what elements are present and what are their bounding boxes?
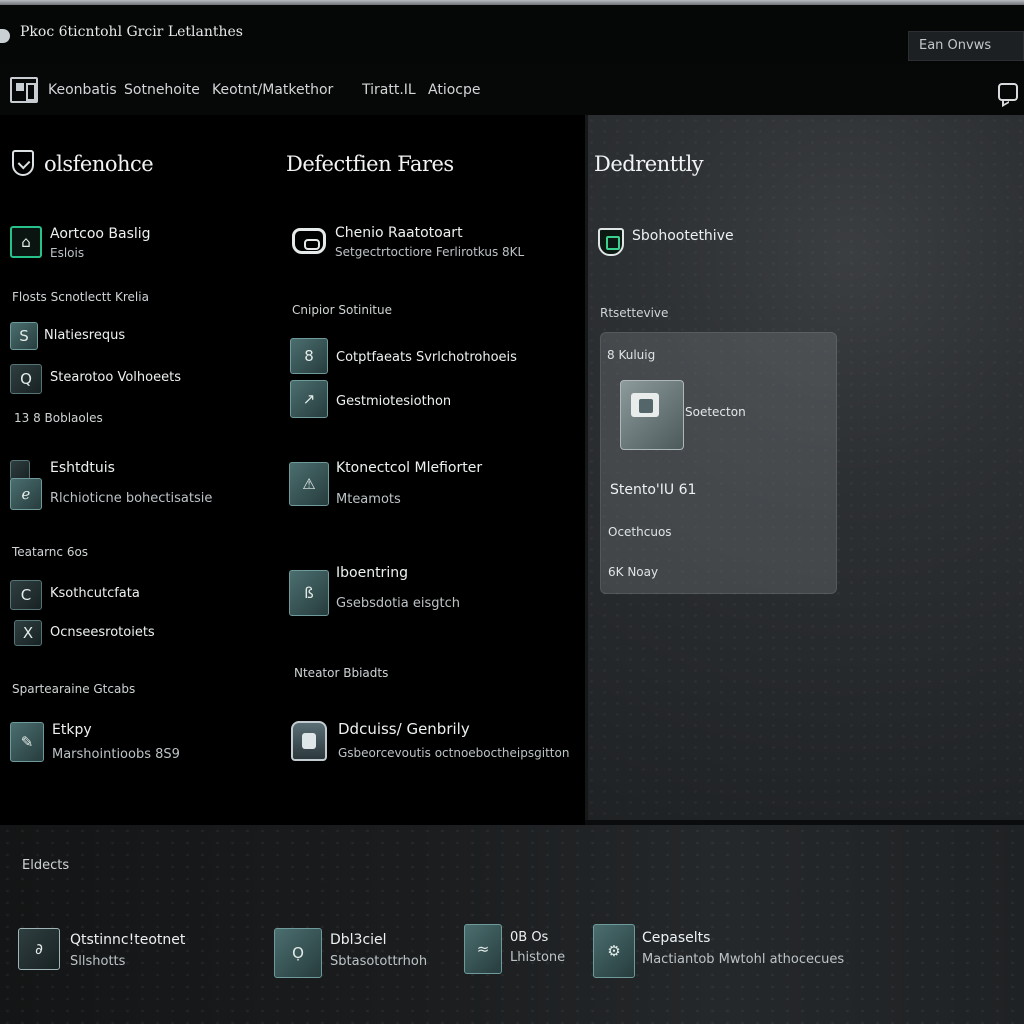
list-item-icon: ↗: [290, 380, 328, 418]
left-item-3[interactable]: Ksothcutcfata: [50, 586, 140, 601]
search-tile-icon: Ọ: [274, 928, 322, 978]
left-item-2[interactable]: Stearotoo Volhoeets: [50, 370, 181, 385]
center-group2-title[interactable]: Ktonectcol Mlefiorter: [336, 460, 482, 476]
account-button[interactable]: Ean Onvws: [908, 31, 1024, 61]
menu-bar: Keonbatis Sotnehoite Keotnt/Matkethor Ti…: [0, 65, 1024, 115]
center-featured-title[interactable]: Chenio Raatotoart: [335, 225, 463, 241]
list-item-icon: X: [14, 620, 42, 646]
card-row-4[interactable]: 6K Noay: [608, 565, 658, 579]
left-heading: olsfenohce: [44, 152, 154, 176]
menu-item-3[interactable]: Keotnt/Matkethor: [212, 82, 333, 98]
bottom-item-4-title[interactable]: Cepaselts: [642, 930, 710, 946]
card-tile-label: Soetecton: [685, 405, 746, 419]
center-group2-sub: Mteamots: [336, 492, 401, 507]
left-item-1[interactable]: Nlatiesrequs: [44, 328, 125, 343]
list-item-icon: C: [10, 580, 42, 610]
shield-icon: [12, 150, 34, 176]
bottom-item-4-sub: Mactiantob Mwtohl athocecues: [642, 952, 845, 967]
bottom-item-3-sub: Lhistone: [510, 950, 566, 965]
stats-icon: [10, 460, 30, 480]
center-last-title[interactable]: Ddcuiss/ Genbrily: [338, 720, 470, 738]
left-featured-sub: Eslois: [50, 246, 85, 260]
chart-tile-icon: ≈: [464, 924, 502, 974]
center-heading: Defectfien Fares: [286, 152, 454, 176]
bell-tile-icon: ⚠: [289, 462, 329, 506]
bottom-label: Eldects: [22, 858, 70, 873]
detail-card: [600, 332, 837, 594]
bottom-panel: [0, 825, 1024, 1024]
center-item-1[interactable]: Cotptfaeats Svrlchotrohoeis: [336, 350, 517, 365]
right-featured-title[interactable]: Sbohootethive: [632, 228, 734, 244]
center-featured-sub: Setgectrtoctiore Ferlirotkus 8KL: [335, 245, 525, 259]
bottom-item-1-sub: Sllshotts: [70, 954, 126, 969]
card-row-3[interactable]: Ocethcuos: [608, 525, 672, 539]
left-featured-title[interactable]: Aortcoo Baslig: [50, 226, 151, 242]
left-section1b-label: 13 8 Boblaoles: [14, 411, 103, 425]
menu-item-1[interactable]: Keonbatis: [48, 82, 117, 98]
left-last-title[interactable]: Etkpy: [52, 722, 92, 738]
left-section2-label: Teatarnc 6os: [12, 545, 89, 559]
protection-shield-icon: [598, 228, 624, 256]
card-row-1[interactable]: 8 Kuluig: [607, 348, 655, 362]
title-bar: Pkoc 6ticntohl Grcir Letlanthes Ean Onvw…: [0, 5, 1024, 65]
left-section3-label: Spartearaine Gtcabs: [12, 682, 136, 696]
chat-icon[interactable]: [998, 83, 1018, 101]
left-stats-title[interactable]: Eshtdtuis: [50, 460, 115, 476]
menu-item-4[interactable]: Tiratt.IL: [362, 82, 416, 98]
security-tile-icon[interactable]: ⌂: [10, 226, 42, 258]
right-section-label: Rtsettevive: [600, 306, 669, 320]
left-stats-sub: Rlchioticne bohectisatsie: [50, 491, 213, 506]
app-icon: [0, 29, 10, 43]
left-last-sub: Marshointioobs 8S9: [52, 747, 180, 762]
bottom-item-2-sub: Sbtasotottrhoh: [330, 954, 428, 969]
window-title: Pkoc 6ticntohl Grcir Letlanthes: [20, 24, 243, 40]
monitor-tile-icon: ß: [289, 570, 329, 616]
center-item-2[interactable]: Gestmiotesiothon: [336, 394, 451, 409]
center-section1-label: Cnipior Sotinitue: [292, 303, 392, 317]
menu-item-5[interactable]: Atiocpe: [428, 82, 480, 98]
bottom-item-3-title[interactable]: 0B Os: [510, 930, 548, 945]
center-section2-label: Nteator Bbiadts: [294, 666, 389, 680]
stats-tile-icon: ℯ: [10, 478, 42, 510]
report-tile-icon: ∂: [18, 928, 60, 970]
vault-icon: [291, 721, 327, 761]
center-group3-sub: Gsebsdotia eisgtch: [336, 596, 461, 611]
document-tile-icon: ✎: [10, 722, 44, 762]
bottom-item-2-title[interactable]: Dbl3ciel: [330, 932, 387, 948]
list-item-icon: S: [10, 322, 38, 350]
center-group3-title[interactable]: Iboentring: [336, 565, 408, 581]
app-logo-icon[interactable]: [10, 77, 38, 103]
right-heading: Dedrenttly: [594, 152, 704, 176]
left-item-4[interactable]: Ocnseesrotoiets: [50, 625, 155, 640]
menu-item-2[interactable]: Sotnehoite: [124, 82, 200, 98]
device-icon: [620, 380, 684, 450]
card-row-2[interactable]: Stento'IU 61: [610, 482, 696, 498]
list-item-icon: Q: [10, 364, 42, 394]
center-last-sub: Gsbeorcevoutis octnoeboctheipsgitton: [338, 746, 570, 760]
settings-tile-icon: ⚙: [593, 924, 635, 978]
bottom-item-1-title[interactable]: Qtstinnc!teotnet: [70, 932, 185, 948]
list-item-icon: 8: [290, 338, 328, 374]
left-section1-label: Flosts Scnotlectt Krelia: [12, 290, 149, 304]
glasses-icon: [292, 228, 326, 254]
